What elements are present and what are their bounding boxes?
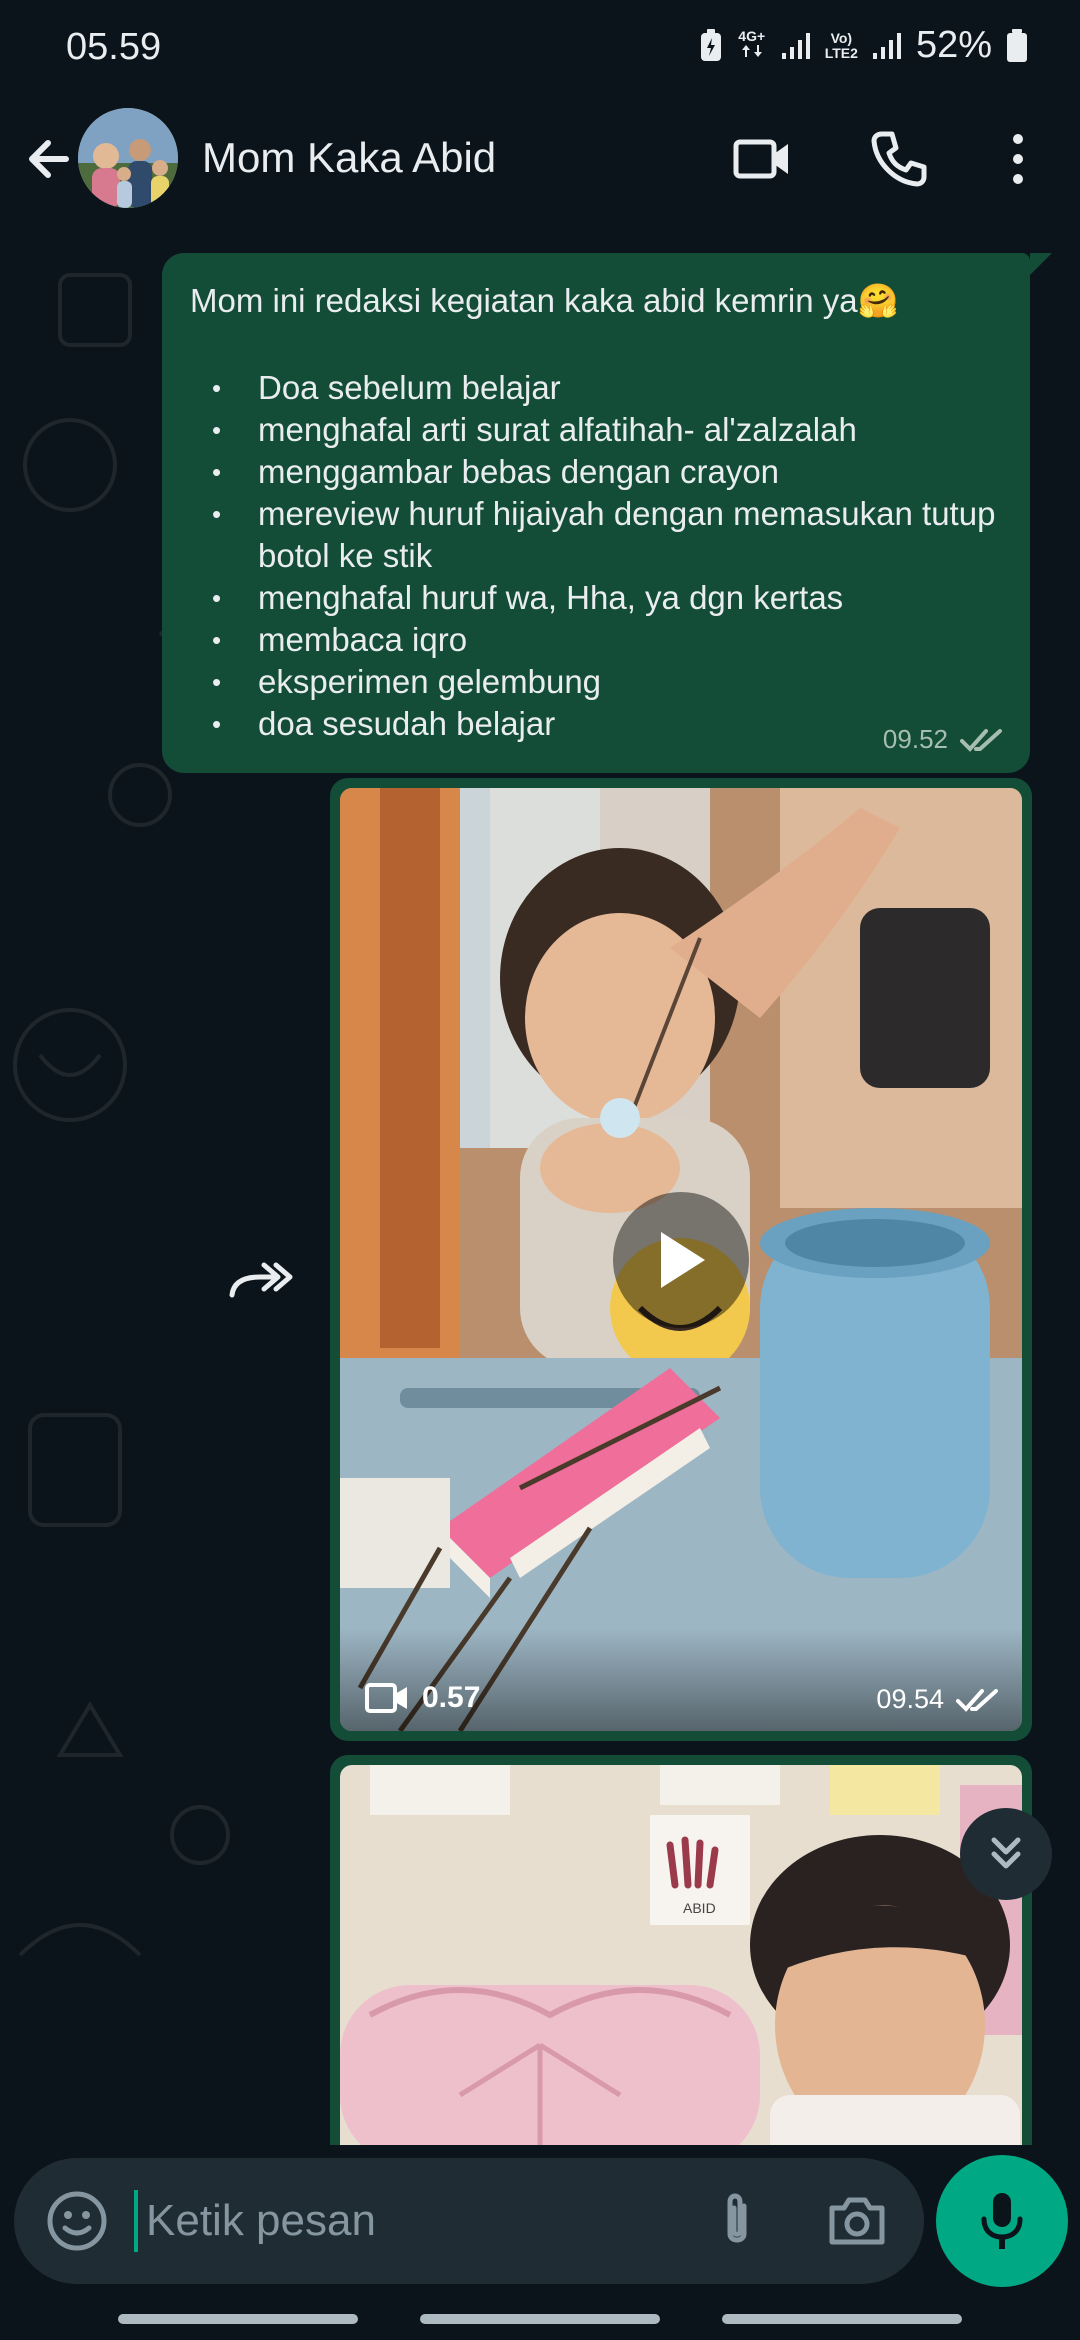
battery-saver-icon	[700, 28, 721, 61]
media-thumbnail[interactable]: ABID	[340, 1765, 1022, 2145]
double-chevron-down-icon	[991, 1837, 1021, 1869]
battery-icon	[1007, 28, 1027, 62]
video-duration-text: 0.57	[422, 1681, 481, 1714]
paperclip-icon[interactable]	[704, 2188, 770, 2254]
list-item: menggambar bebas dengan crayon	[212, 451, 1002, 493]
list-item: menghafal huruf wa, Hha, ya dgn kertas	[212, 577, 1002, 619]
play-icon	[661, 1231, 705, 1288]
video-camera-icon	[365, 1683, 407, 1713]
message-input[interactable]	[146, 2182, 706, 2260]
play-button[interactable]	[613, 1191, 749, 1328]
double-check-icon	[960, 728, 1002, 752]
voice-message-button[interactable]	[936, 2155, 1068, 2287]
phone-icon[interactable]	[866, 126, 932, 192]
media-thumbnail-image: ABID	[340, 1765, 1022, 2145]
message-intro: Mom ini redaksi kegiatan kaka abid kemri…	[190, 282, 899, 319]
status-time: 05.59	[66, 26, 162, 68]
camera-icon[interactable]	[824, 2188, 890, 2254]
signal-1-icon	[781, 32, 810, 59]
list-item: menghafal arti surat alfatihah- al'zalza…	[212, 409, 1002, 451]
nav-handle-right[interactable]	[722, 2314, 962, 2324]
signal-2-icon	[872, 32, 901, 59]
volte-indicator: Vo) LTE2	[824, 29, 858, 61]
status-icons: 4G+ Vo) LTE2 52%	[699, 24, 1028, 67]
chat-area[interactable]: Mom ini redaksi kegiatan kaka abid kemri…	[0, 235, 1080, 2145]
network-type: 4G+	[737, 27, 767, 63]
list-item: membaca iqro	[212, 619, 1002, 661]
data-arrows-icon	[741, 44, 762, 57]
double-check-icon	[956, 1688, 998, 1712]
outgoing-media-message[interactable]: ABID	[330, 1755, 1032, 2145]
emoji-icon[interactable]	[44, 2188, 110, 2254]
more-vert-icon[interactable]	[984, 126, 1034, 192]
arrow-left-icon[interactable]	[18, 128, 80, 190]
status-bar: 05.59 4G+ Vo) LTE2 52%	[0, 0, 1080, 100]
list-item: Doa sebelum belajar	[212, 367, 1002, 409]
outgoing-text-message[interactable]: Mom ini redaksi kegiatan kaka abid kemri…	[162, 253, 1030, 773]
bubble-tail	[1030, 253, 1052, 275]
message-meta: 09.52	[883, 724, 1006, 755]
battery-percent: 52%	[915, 24, 992, 66]
message-composer	[14, 2158, 924, 2284]
outgoing-video-message[interactable]: 0.57 09.54	[330, 778, 1032, 1741]
message-time: 09.52	[882, 724, 948, 754]
nav-handle-left[interactable]	[118, 2314, 358, 2324]
wall-paper-text: ABID	[683, 1900, 716, 1916]
list-item: eksperimen gelembung	[212, 661, 1002, 703]
chat-header: Mom Kaka Abid	[0, 100, 1080, 235]
microphone-icon	[981, 2193, 1023, 2249]
video-duration: 0.57	[364, 1681, 480, 1715]
scroll-to-bottom-button[interactable]	[960, 1808, 1052, 1900]
network-type-label: 4G+	[738, 27, 766, 44]
video-message-time: 09.54	[876, 1684, 944, 1714]
avatar[interactable]	[78, 108, 178, 208]
video-thumbnail[interactable]: 0.57 09.54	[340, 788, 1022, 1731]
activity-list: Doa sebelum belajar menghafal arti surat…	[190, 367, 1002, 745]
nav-handle-center[interactable]	[420, 2314, 660, 2324]
volte-bottom-label: LTE2	[824, 44, 858, 61]
text-cursor	[134, 2190, 138, 2252]
gesture-navigation-bar	[0, 2304, 1080, 2340]
video-call-icon[interactable]	[730, 126, 796, 192]
contact-name[interactable]: Mom Kaka Abid	[202, 134, 496, 182]
forward-icon[interactable]	[226, 1255, 296, 1305]
list-item: mereview huruf hijaiyah dengan memasukan…	[212, 493, 1002, 577]
volte-top-label: Vo)	[830, 29, 853, 46]
video-meta: 09.54	[876, 1684, 1002, 1715]
avatar-photo	[78, 108, 178, 208]
